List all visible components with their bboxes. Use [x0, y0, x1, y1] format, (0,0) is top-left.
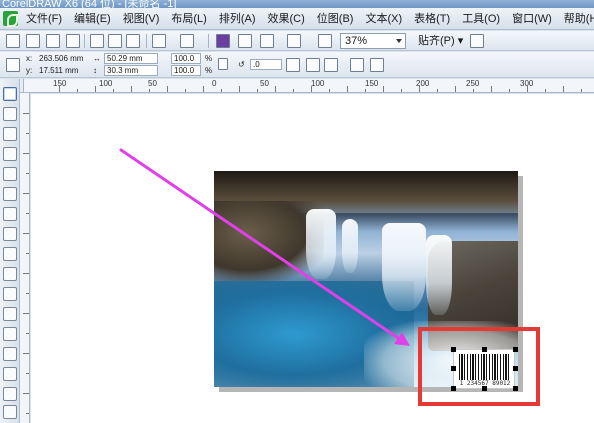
- text-tool-icon[interactable]: [3, 287, 17, 301]
- dimension-tool-icon[interactable]: [3, 327, 17, 341]
- object-position-icon[interactable]: [6, 58, 20, 72]
- menu-help[interactable]: 帮助(H): [558, 8, 594, 30]
- basic-shapes-tool-icon[interactable]: [3, 267, 17, 281]
- photo-waterfall-4: [426, 235, 452, 315]
- ruler-label: 150: [53, 79, 67, 88]
- table-tool-icon[interactable]: [3, 307, 17, 321]
- lock-ratio-icon[interactable]: [218, 58, 228, 70]
- window-title: CorelDRAW X6 (64 位) - [未命名 -1]: [2, 0, 177, 8]
- save-icon[interactable]: [46, 34, 60, 48]
- application-launcher-icon[interactable]: [287, 34, 301, 48]
- import-icon[interactable]: [238, 34, 252, 48]
- percent-label: %: [205, 66, 213, 75]
- ruler-label: 0: [212, 79, 217, 88]
- x-label: x:: [26, 54, 33, 63]
- ruler-label: 50: [148, 79, 157, 88]
- rectangle-tool-icon[interactable]: [3, 207, 17, 221]
- print-icon[interactable]: [66, 34, 80, 48]
- x-position-field[interactable]: 263.506 mm: [36, 53, 86, 64]
- menu-effects[interactable]: 效果(C): [262, 8, 311, 30]
- y-position-field[interactable]: 17.511 mm: [36, 65, 86, 76]
- ruler-label: 150: [365, 79, 379, 88]
- mirror-vertical-icon[interactable]: [324, 58, 338, 72]
- percent-label: %: [205, 54, 213, 63]
- height-icon: ↕: [93, 66, 97, 75]
- toolbox: [0, 79, 20, 423]
- interactive-effects-tool-icon[interactable]: [3, 367, 17, 381]
- search-content-icon[interactable]: [216, 34, 230, 48]
- photo-waterfall-1: [306, 209, 336, 279]
- eyedropper-tool-icon[interactable]: [3, 387, 17, 401]
- zoom-level-select[interactable]: 37%: [340, 33, 406, 49]
- menu-items: 文件(F) 编辑(E) 视图(V) 布局(L) 排列(A) 效果(C) 位图(B…: [20, 8, 594, 30]
- polygon-tool-icon[interactable]: [3, 247, 17, 261]
- rotation-unit-icon[interactable]: [286, 58, 300, 72]
- ruler-label: 300: [520, 79, 534, 88]
- menu-view[interactable]: 视图(V): [117, 8, 166, 30]
- ruler-label: 200: [416, 79, 430, 88]
- toolbar-separator: [146, 34, 147, 48]
- new-document-icon[interactable]: [6, 34, 20, 48]
- redo-icon[interactable]: [180, 34, 194, 48]
- vertical-ruler[interactable]: [20, 93, 30, 423]
- menu-window[interactable]: 窗口(W): [506, 8, 558, 30]
- standard-toolbar: 37% 贴齐(P) ▾: [0, 31, 594, 51]
- copy-icon[interactable]: [108, 34, 122, 48]
- crop-tool-icon[interactable]: [3, 127, 17, 141]
- coreldraw-logo-icon: [3, 11, 18, 27]
- menu-table[interactable]: 表格(T): [408, 8, 456, 30]
- rotate-icon: ↺: [238, 60, 245, 69]
- height-field[interactable]: 30.3 mm: [104, 65, 158, 76]
- horizontal-ruler[interactable]: 150 100 50 0 50 100 150 200 250 300: [24, 79, 594, 93]
- smart-fill-tool-icon[interactable]: [3, 187, 17, 201]
- chevron-down-icon: [396, 39, 402, 43]
- wrap-text-icon[interactable]: [350, 58, 364, 72]
- paste-icon[interactable]: [126, 34, 140, 48]
- zoom-tool-icon[interactable]: [3, 147, 17, 161]
- menu-arrange[interactable]: 排列(A): [213, 8, 262, 30]
- menu-tools[interactable]: 工具(O): [456, 8, 506, 30]
- pick-tool-icon[interactable]: [3, 87, 17, 101]
- toolbar-separator: [208, 34, 209, 48]
- ruler-label: 100: [311, 79, 325, 88]
- open-icon[interactable]: [26, 34, 40, 48]
- options-icon[interactable]: [470, 34, 484, 48]
- menu-layout[interactable]: 布局(L): [165, 8, 212, 30]
- connector-tool-icon[interactable]: [3, 347, 17, 361]
- snap-to-dropdown[interactable]: 贴齐(P) ▾: [418, 33, 463, 49]
- shape-tool-icon[interactable]: [3, 107, 17, 121]
- scale-y-field[interactable]: 100.0: [171, 65, 201, 76]
- scale-x-field[interactable]: 100.0: [171, 53, 201, 64]
- property-bar: x: 263.506 mm y: 17.511 mm ↔ 50.29 mm ↕ …: [0, 52, 594, 78]
- toolbar-separator: [84, 34, 85, 48]
- fill-tool-icon[interactable]: [3, 405, 17, 419]
- export-icon[interactable]: [260, 34, 274, 48]
- menu-edit[interactable]: 编辑(E): [68, 8, 117, 30]
- ruler-label: 50: [260, 79, 269, 88]
- highlight-rectangle: [418, 327, 540, 406]
- freehand-tool-icon[interactable]: [3, 167, 17, 181]
- menu-text[interactable]: 文本(X): [359, 8, 408, 30]
- cut-icon[interactable]: [90, 34, 104, 48]
- zoom-level-value: 37%: [345, 35, 368, 47]
- photo-waterfall-3: [382, 223, 426, 311]
- undo-icon[interactable]: [152, 34, 166, 48]
- ruler-label: 100: [99, 79, 113, 88]
- ruler-label: 250: [466, 79, 480, 88]
- photo-waterfall-2: [342, 219, 358, 273]
- menu-bar: 文件(F) 编辑(E) 视图(V) 布局(L) 排列(A) 效果(C) 位图(B…: [0, 8, 594, 30]
- welcome-screen-icon[interactable]: [318, 34, 332, 48]
- width-field[interactable]: 50.29 mm: [104, 53, 158, 64]
- rotation-field[interactable]: .0: [250, 59, 282, 70]
- menu-file[interactable]: 文件(F): [20, 8, 68, 30]
- ellipse-tool-icon[interactable]: [3, 227, 17, 241]
- title-bar: CorelDRAW X6 (64 位) - [未命名 -1]: [0, 0, 594, 8]
- outline-icon[interactable]: [370, 58, 384, 72]
- width-icon: ↔: [93, 54, 101, 63]
- mirror-horizontal-icon[interactable]: [306, 58, 320, 72]
- y-label: y:: [26, 66, 33, 75]
- menu-bitmaps[interactable]: 位图(B): [311, 8, 360, 30]
